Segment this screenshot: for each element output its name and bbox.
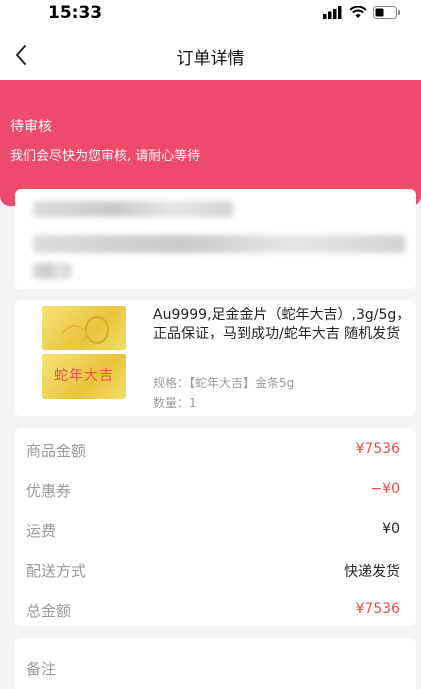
coupon-value: −¥0	[370, 481, 400, 497]
shipping-fee-label: 运费	[26, 522, 57, 540]
page-title: 订单详情	[176, 49, 245, 69]
delivery-method-value: 快递发货	[344, 564, 400, 580]
status-icons	[323, 6, 401, 19]
address-detail-blurred-2	[33, 263, 71, 279]
coupon-row: 优惠券 −¥0	[15, 478, 416, 502]
order-status-note: 我们会尽快为您审核, 请耐心等待	[10, 149, 201, 164]
nav-bar: 订单详情	[0, 30, 421, 80]
remark-label: 备注	[26, 660, 57, 678]
shipping-fee-row: 运费 ¥0	[15, 518, 416, 542]
goods-amount-value: ¥7536	[355, 441, 400, 457]
delivery-method-label: 配送方式	[26, 562, 87, 580]
product-image-text: 蛇年大吉	[54, 368, 114, 384]
shipping-fee-value: ¥0	[382, 521, 400, 537]
battery-icon	[373, 6, 400, 19]
goods-amount-label: 商品金额	[26, 442, 87, 460]
coupon-label: 优惠券	[26, 482, 72, 500]
goods-amount-row: 商品金额 ¥7536	[15, 438, 416, 462]
wifi-icon	[349, 6, 367, 18]
status-bar: 15:33	[0, 0, 421, 30]
product-card[interactable]: 蛇年大吉 Au9999,足金金片（蛇年大吉）,3g/5g，正品保证，马到成功/蛇…	[15, 300, 416, 416]
remark-card[interactable]: 备注	[15, 638, 416, 689]
product-image-label: 蛇年大吉	[42, 354, 126, 399]
status-time: 15:33	[48, 3, 103, 23]
address-name-blurred	[33, 201, 233, 217]
product-name: Au9999,足金金片（蛇年大吉）,3g/5g，正品保证，马到成功/蛇年大吉 随…	[153, 307, 411, 342]
price-summary-card: 商品金额 ¥7536 优惠券 −¥0 运费 ¥0 配送方式 快递发货 总金额 ¥…	[15, 428, 416, 626]
product-quantity: 数量：1	[153, 396, 197, 410]
address-detail-blurred	[33, 235, 405, 253]
total-amount-row: 总金额 ¥7536	[15, 598, 416, 622]
total-amount-label: 总金额	[26, 602, 72, 620]
delivery-method-row: 配送方式 快递发货	[15, 558, 416, 582]
total-amount-value: ¥7536	[355, 601, 400, 617]
signal-icon	[323, 6, 342, 19]
product-spec: 规格：【蛇年大吉】金条5g	[153, 376, 295, 390]
address-card[interactable]	[15, 189, 416, 289]
order-status-banner: 待审核 我们会尽快为您审核, 请耐心等待	[0, 80, 421, 206]
order-status-text: 待审核	[10, 119, 52, 135]
product-image	[42, 306, 126, 350]
